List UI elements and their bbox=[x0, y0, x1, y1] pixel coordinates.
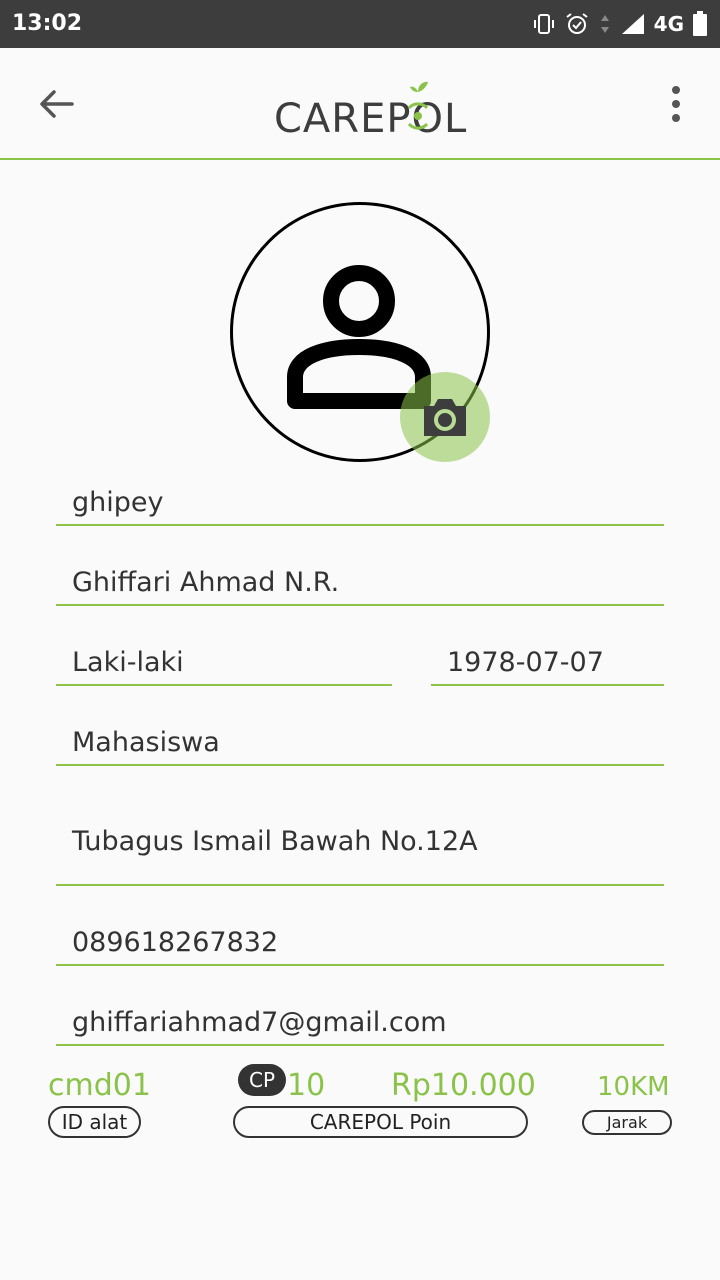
phone-value: 089618267832 bbox=[72, 927, 279, 958]
back-arrow-icon bbox=[40, 90, 74, 118]
leaf-signal-icon bbox=[407, 81, 429, 130]
cp-badge: CP bbox=[238, 1064, 286, 1096]
username-field[interactable]: ghipey bbox=[56, 480, 664, 526]
alarm-icon bbox=[564, 11, 590, 37]
occupation-value: Mahasiswa bbox=[72, 727, 220, 758]
points-label: CAREPOL Poin bbox=[233, 1106, 528, 1138]
email-field[interactable]: ghiffariahmad7@gmail.com bbox=[56, 1000, 664, 1046]
network-type: 4G bbox=[653, 12, 684, 36]
gender-value: Laki-laki bbox=[72, 647, 184, 678]
back-button[interactable] bbox=[30, 80, 82, 128]
status-icons: 4G bbox=[532, 10, 708, 38]
gender-field[interactable]: Laki-laki bbox=[56, 640, 392, 686]
app-bar: CAREPOL bbox=[0, 48, 720, 160]
status-bar: 13:02 4G bbox=[0, 0, 720, 48]
email-value: ghiffariahmad7@gmail.com bbox=[72, 1007, 447, 1038]
username-value: ghipey bbox=[72, 487, 164, 518]
overflow-menu-button[interactable] bbox=[656, 80, 696, 128]
change-photo-button[interactable] bbox=[400, 372, 490, 462]
battery-icon bbox=[692, 11, 708, 37]
occupation-field[interactable]: Mahasiswa bbox=[56, 720, 664, 766]
money-value: Rp10.000 bbox=[391, 1068, 536, 1103]
points-value: 10 bbox=[287, 1068, 326, 1103]
camera-icon bbox=[424, 399, 466, 436]
phone-field[interactable]: 089618267832 bbox=[56, 920, 664, 966]
address-field[interactable]: Tubagus Ismail Bawah No.12A bbox=[56, 800, 664, 886]
birth-date-field[interactable]: 1978-07-07 bbox=[431, 640, 664, 686]
carepol-logo: CAREPOL bbox=[260, 72, 480, 142]
data-arrows-icon bbox=[598, 12, 612, 36]
device-id-value: cmd01 bbox=[48, 1068, 151, 1103]
device-id-label: ID alat bbox=[48, 1106, 141, 1138]
distance-label: Jarak bbox=[582, 1110, 672, 1135]
stats-row: cmd01 ID alat CP 10 Rp10.000 CAREPOL Poi… bbox=[0, 1060, 720, 1150]
full-name-value: Ghiffari Ahmad N.R. bbox=[72, 567, 340, 598]
more-vert-icon bbox=[672, 86, 680, 122]
status-time: 13:02 bbox=[12, 11, 83, 36]
vibrate-icon bbox=[532, 12, 556, 36]
full-name-field[interactable]: Ghiffari Ahmad N.R. bbox=[56, 560, 664, 606]
address-value: Tubagus Ismail Bawah No.12A bbox=[72, 826, 478, 857]
distance-value: 10KM bbox=[597, 1072, 670, 1102]
birth-date-value: 1978-07-07 bbox=[447, 647, 604, 678]
signal-icon bbox=[620, 12, 646, 36]
